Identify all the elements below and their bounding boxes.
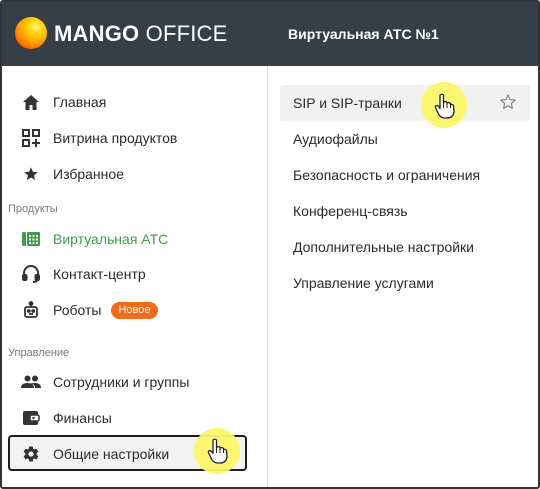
submenu-item-sip[interactable]: SIP и SIP-транки — [293, 95, 402, 111]
home-icon — [20, 91, 42, 113]
submenu-item-additional-settings[interactable]: Дополнительные настройки — [293, 239, 474, 255]
section-label-management: Управление — [8, 347, 70, 359]
sidebar-item-label: Витрина продуктов — [53, 130, 178, 146]
gear-icon — [20, 443, 42, 465]
logo-bold: MANGO — [54, 21, 140, 46]
star-icon — [20, 163, 42, 185]
sidebar-item-favorites[interactable]: Избранное — [20, 159, 124, 189]
sidebar-item-label: Избранное — [53, 166, 124, 182]
people-icon — [20, 371, 42, 393]
sidebar-item-label: Сотрудники и группы — [53, 374, 190, 390]
sidebar-item-label: Контакт-центр — [53, 266, 146, 282]
sidebar-item-label: Роботы — [53, 302, 102, 318]
sidebar-item-home[interactable]: Главная — [20, 87, 106, 117]
sidebar: Главная Витрина продуктов Избранное Прод… — [2, 66, 268, 487]
logo-text[interactable]: MANGO OFFICE — [54, 21, 228, 47]
pbx-icon — [20, 228, 42, 250]
wallet-icon — [20, 407, 42, 429]
hand-cursor-icon — [434, 93, 455, 119]
settings-submenu: SIP и SIP-транки Аудиофайлы Безопасность… — [269, 66, 538, 487]
hand-cursor-icon — [207, 438, 228, 464]
sidebar-item-label: Общие настройки — [53, 446, 170, 462]
sidebar-item-general-settings[interactable]: Общие настройки — [20, 439, 169, 469]
app-window: MANGO OFFICE Виртуальная АТС №1 Главная … — [0, 0, 540, 489]
sidebar-item-contact-center[interactable]: Контакт-центр — [20, 259, 146, 289]
section-label-products: Продукты — [8, 203, 58, 215]
sidebar-item-products-showcase[interactable]: Витрина продуктов — [20, 123, 177, 153]
favorite-star-icon[interactable] — [499, 93, 517, 111]
sidebar-item-label: Финансы — [53, 410, 112, 426]
robot-icon — [20, 299, 42, 321]
submenu-item-conference[interactable]: Конференц-связь — [293, 203, 408, 219]
top-header: MANGO OFFICE Виртуальная АТС №1 — [2, 2, 538, 66]
sidebar-item-label: Виртуальная АТС — [53, 231, 169, 247]
submenu-item-security[interactable]: Безопасность и ограничения — [293, 167, 480, 183]
mango-logo-icon — [15, 17, 47, 49]
submenu-item-services-management[interactable]: Управление услугами — [293, 275, 434, 291]
headset-icon — [20, 263, 42, 285]
logo-light: OFFICE — [139, 21, 228, 46]
sidebar-item-finances[interactable]: Финансы — [20, 403, 112, 433]
sidebar-item-virtual-pbx[interactable]: Виртуальная АТС — [20, 224, 168, 254]
sidebar-item-label: Главная — [53, 94, 107, 110]
sidebar-item-employees-groups[interactable]: Сотрудники и группы — [20, 367, 189, 397]
grid-icon — [20, 127, 42, 149]
sidebar-item-robots[interactable]: Роботы Новое — [20, 295, 158, 325]
submenu-item-audio-files[interactable]: Аудиофайлы — [293, 131, 378, 147]
new-badge: Новое — [111, 301, 158, 319]
pbx-title: Виртуальная АТС №1 — [288, 26, 439, 42]
